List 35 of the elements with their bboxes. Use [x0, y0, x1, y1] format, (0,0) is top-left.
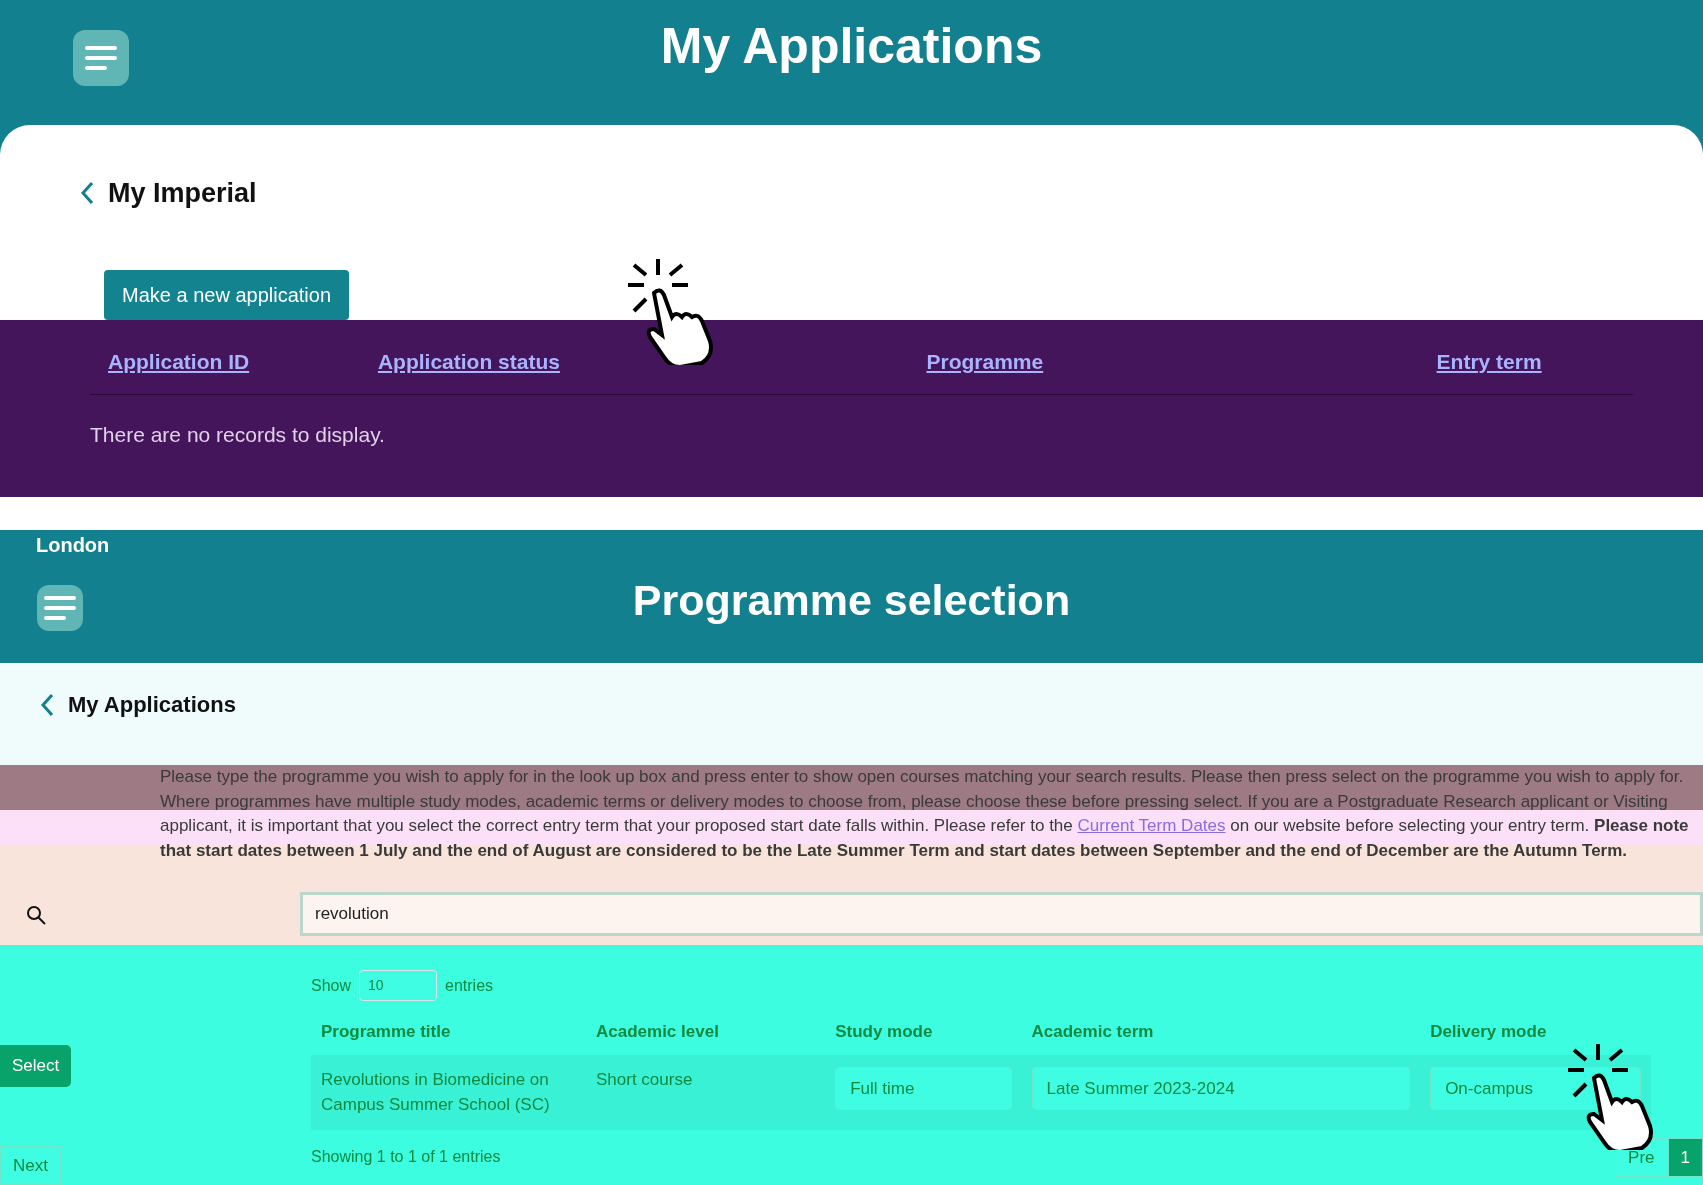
page-title: Programme selection: [632, 575, 1071, 626]
menu-button[interactable]: [73, 30, 129, 86]
menu-button[interactable]: [37, 585, 83, 631]
table-info: Showing 1 to 1 of 1 entries: [311, 1147, 501, 1168]
column-header: Programme title: [311, 1009, 586, 1055]
new-application-button[interactable]: Make a new application: [104, 269, 349, 320]
search-field[interactable]: revolution: [300, 892, 1703, 936]
page-title: My Applications: [660, 17, 1043, 76]
menu-icon: [84, 44, 118, 72]
column-header: Delivery mode: [1420, 1009, 1651, 1055]
column-header-link[interactable]: Entry term: [1136, 330, 1633, 394]
entries-label: entries: [445, 975, 494, 996]
column-header: Academic term: [1021, 1009, 1421, 1055]
back-link[interactable]: My Imperial: [80, 173, 1703, 214]
column-header: Study mode: [825, 1009, 1022, 1055]
column-header: Academic level: [586, 1009, 826, 1055]
select-button[interactable]: Select: [0, 1045, 72, 1087]
instructions-text: Please type the programme you wish to apply for in the look up box and press enter to show open courses matching your search results. Please then press select on the programme you wish to apply for. Where programmes have multiple study modes, academic terms or delivery modes to choose from, please choose these before pressing select. If you are a Postgraduate Research applicant or Visiting applicant, it is important that you select the correct entry term that your proposed start date falls within. Please refer to the Current Term Dates on our website before selecting your entry term. Please note that start dates between 1 July and the end of August are considered to be the Late Summer Term and start dates between September and the end of December are the Autumn Term.: [160, 766, 1690, 862]
academic-term-dropdown[interactable]: Late Summer 2023-2024: [1031, 1066, 1411, 1110]
column-header-link[interactable]: Application status: [297, 330, 627, 394]
empty-message: There are no records to display.: [90, 421, 386, 448]
column-header-link[interactable]: Application ID: [90, 330, 298, 394]
show-label: Show: [311, 975, 352, 996]
academic-level-cell: Short course: [586, 1054, 826, 1130]
study-mode-dropdown[interactable]: Full time: [835, 1066, 1012, 1110]
brand-text: London: [36, 533, 110, 558]
term-dates-link[interactable]: Current Term Dates: [1077, 816, 1226, 836]
chevron-left-icon: [40, 692, 54, 717]
pagination-link[interactable]: 1: [1667, 1137, 1703, 1177]
menu-icon: [43, 594, 77, 622]
search-icon[interactable]: [26, 905, 48, 927]
programme-title-cell: Revolutions in Biomedicine on Campus Summer School (SC): [311, 1054, 586, 1130]
next-link[interactable]: Next: [0, 1145, 61, 1185]
page-length-select[interactable]: 10: [359, 970, 438, 1001]
chevron-left-icon: [80, 181, 94, 206]
